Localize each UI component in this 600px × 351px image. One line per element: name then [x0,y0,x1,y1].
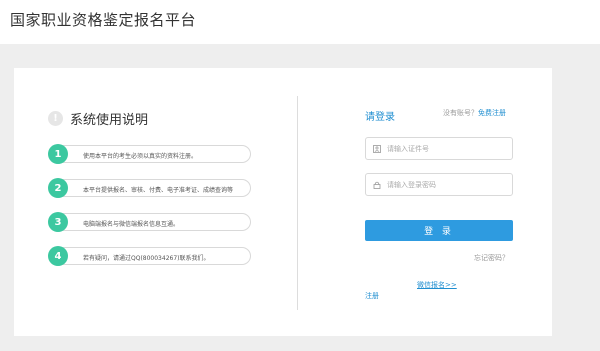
help-step: 本平台提供报名、审核、付费、电子准考证、成绩查询等 2 [48,178,251,198]
help-step-text: 若有疑问，请通过QQ(800034267)联系我们。 [83,255,210,262]
password-input[interactable] [387,180,497,189]
id-card-icon [373,144,381,153]
lock-icon [373,181,381,189]
vertical-divider [297,96,298,310]
help-step-text: 本平台提供报名、审核、付费、电子准考证、成绩查询等 [83,187,234,194]
login-title: 请登录 [365,112,395,123]
step-number-badge: 4 [48,246,68,266]
register-link[interactable]: 注册 [365,291,379,301]
no-account-text: 没有账号？ [443,109,478,117]
main-card: ! 系统使用说明 使用本平台的考生必须以真实的资料注册。 1 本平台提供报名、审… [14,68,552,336]
wechat-register-link[interactable]: 微信报名>> [417,280,457,290]
help-section-title: ! 系统使用说明 [48,109,149,128]
forgot-password-link[interactable]: 忘记密码？ [474,253,509,263]
help-step-pill: 电脑端报名与微信端报名信息互通。 [56,213,251,231]
top-header: 国家职业资格鉴定报名平台 [0,0,600,44]
help-step-pill: 若有疑问，请通过QQ(800034267)联系我们。 [56,247,251,265]
id-number-field[interactable] [365,137,513,160]
help-step-pill: 使用本平台的考生必须以真实的资料注册。 [56,145,251,163]
password-field[interactable] [365,173,513,196]
id-number-input[interactable] [387,144,497,153]
register-hint: 没有账号？免费注册 [443,108,506,118]
help-step: 若有疑问，请通过QQ(800034267)联系我们。 4 [48,246,251,266]
help-step: 使用本平台的考生必须以真实的资料注册。 1 [48,144,251,164]
info-icon: ! [48,110,63,126]
login-button[interactable]: 登 录 [365,220,513,241]
help-step: 电脑端报名与微信端报名信息互通。 3 [48,212,251,232]
help-step-text: 使用本平台的考生必须以真实的资料注册。 [83,153,198,160]
help-steps-list: 使用本平台的考生必须以真实的资料注册。 1 本平台提供报名、审核、付费、电子准考… [48,144,251,280]
help-title-text: 系统使用说明 [70,112,149,128]
help-step-pill: 本平台提供报名、审核、付费、电子准考证、成绩查询等 [56,179,251,197]
help-step-text: 电脑端报名与微信端报名信息互通。 [83,221,180,228]
site-title: 国家职业资格鉴定报名平台 [10,11,197,29]
step-number-badge: 2 [48,178,68,198]
free-register-link[interactable]: 免费注册 [478,109,506,117]
step-number-badge: 3 [48,212,68,232]
step-number-badge: 1 [48,144,68,164]
